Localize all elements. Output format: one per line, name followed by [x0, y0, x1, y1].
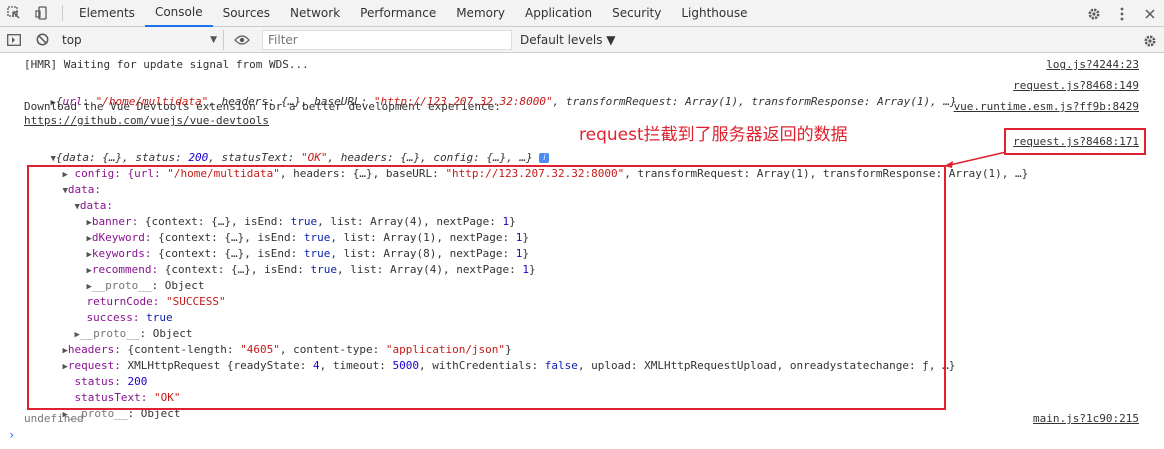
context-selector[interactable]: top ▼ [56, 29, 224, 50]
source-link-request-149[interactable]: request.js?8468:149 [1013, 78, 1139, 94]
object-rest: , transformRequest: Array(1), transformR… [552, 95, 957, 108]
annotation-highlight-box [27, 165, 946, 410]
tree-row-config[interactable]: ▶ config: {url: "/home/multidata", heade… [36, 150, 1029, 180]
toolbar-divider [62, 5, 63, 21]
device-toolbar-icon[interactable] [28, 0, 56, 27]
tab-elements[interactable]: Elements [69, 0, 145, 27]
tab-security[interactable]: Security [602, 0, 671, 27]
source-link-main[interactable]: main.js?1c90:215 [1033, 411, 1139, 427]
tab-sources[interactable]: Sources [213, 0, 280, 27]
log-undefined: undefined [24, 412, 84, 425]
devtools-tabbar: Elements Console Sources Network Perform… [0, 0, 1164, 27]
console-settings [1136, 27, 1164, 54]
log-levels-dropdown[interactable]: Default levels ▼ [520, 33, 616, 47]
log-message-hmr: [HMR] Waiting for update signal from WDS… [24, 58, 309, 71]
tab-performance[interactable]: Performance [350, 0, 446, 27]
dropdown-arrow-icon: ▼ [210, 34, 217, 45]
tabbar-right-controls [1080, 0, 1164, 27]
source-link-vue-runtime[interactable]: vue.runtime.esm.js?ff9b:8429 [954, 99, 1139, 115]
tab-memory[interactable]: Memory [446, 0, 515, 27]
console-settings-gear-icon[interactable] [1136, 27, 1164, 54]
annotation-label: request拦截到了服务器返回的数据 [579, 125, 848, 145]
filter-input[interactable] [262, 29, 512, 50]
tab-application[interactable]: Application [515, 0, 602, 27]
settings-gear-icon[interactable] [1080, 0, 1108, 27]
source-link-log[interactable]: log.js?4244:23 [1046, 57, 1139, 73]
annotation-arrow [944, 151, 1007, 168]
show-sidebar-icon[interactable] [0, 26, 28, 53]
tab-network[interactable]: Network [280, 0, 350, 27]
more-options-icon[interactable] [1108, 0, 1136, 27]
tab-lighthouse[interactable]: Lighthouse [671, 0, 757, 27]
inspect-element-icon[interactable] [0, 0, 28, 27]
tab-console[interactable]: Console [144, 0, 213, 27]
live-expression-eye-icon[interactable] [228, 26, 256, 53]
log-object-request-config[interactable]: ▶{url: "/home/multidata", headers: {…}, … [24, 78, 957, 108]
context-selector-label: top [62, 32, 82, 47]
close-icon[interactable] [1136, 0, 1164, 27]
annotation-source-box [1004, 128, 1146, 155]
console-toolbar: top ▼ Default levels ▼ [0, 27, 1164, 53]
log-object-response[interactable]: ▼{data: {…}, status: 200, statusText: "O… [24, 134, 550, 164]
console-prompt-icon[interactable]: › [8, 428, 15, 442]
vue-devtools-link[interactable]: https://github.com/vuejs/vue-devtools [24, 113, 269, 129]
clear-console-icon[interactable] [28, 26, 56, 53]
